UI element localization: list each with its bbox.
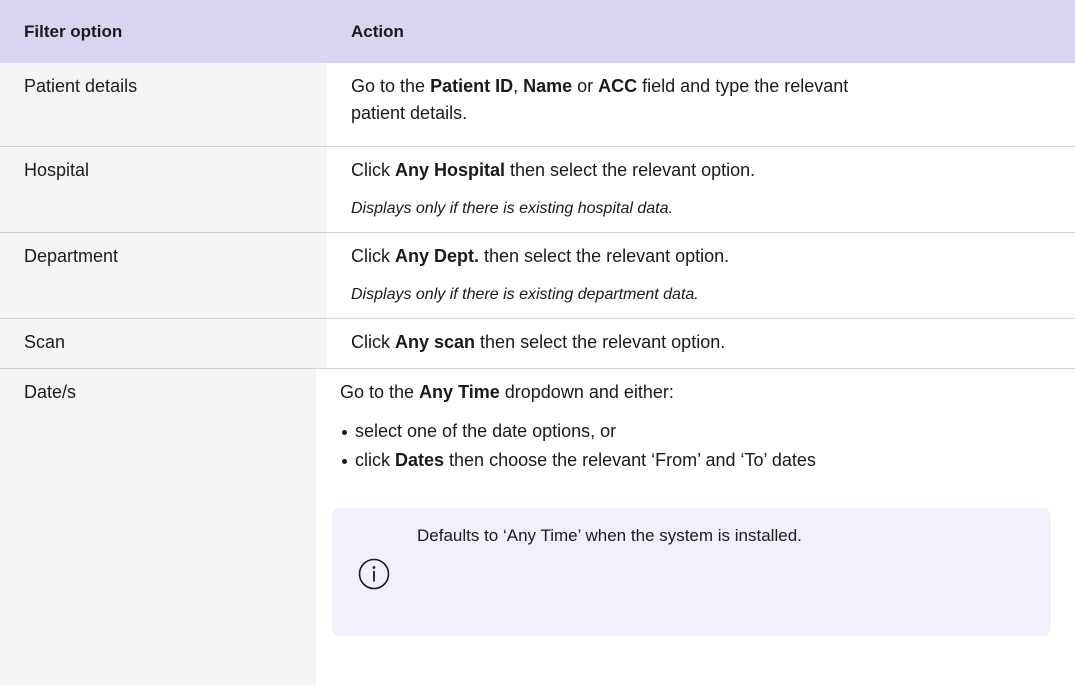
list-item-text: select one of the date options, or: [355, 421, 617, 441]
header-filter-option: Filter option: [24, 22, 123, 41]
table-row-dates: Date/s Go to the Any Time dropdown and e…: [0, 369, 1075, 685]
filter-option-cell: Patient details: [0, 63, 327, 146]
action-text-part: dropdown and either:: [499, 382, 674, 402]
action-text-part: or: [572, 76, 599, 96]
list-item: click Dates then choose the relevant ‘Fr…: [340, 446, 1051, 475]
action-text: Go to the Any Time dropdown and either:: [340, 379, 1051, 406]
action-text: Click Any scan then select the relevant …: [351, 329, 1051, 356]
list-item: select one of the date options, or: [340, 417, 1051, 446]
action-bold-any-hospital: Any Hospital: [395, 160, 506, 180]
action-cell: Click Any Dept. then select the relevant…: [327, 233, 1075, 318]
action-bold-any-scan: Any scan: [395, 332, 476, 352]
action-text-part: ,: [513, 76, 524, 96]
list-item-text: then choose the relevant ‘From’ and ‘To’…: [444, 450, 816, 470]
action-cell: Click Any scan then select the relevant …: [327, 319, 1075, 368]
filter-option-cell: Scan: [0, 319, 327, 368]
action-text-part: Go to the: [351, 76, 431, 96]
info-callout: Defaults to ‘Any Time’ when the system i…: [332, 508, 1051, 636]
filter-option-cell: Date/s: [0, 369, 316, 685]
table-row-hospital: Hospital Click Any Hospital then select …: [0, 147, 1075, 233]
action-text-part: then select the relevant option.: [475, 332, 726, 352]
action-bold-name: Name: [523, 76, 573, 96]
header-action: Action: [351, 22, 404, 41]
info-callout-text: Defaults to ‘Any Time’ when the system i…: [417, 526, 802, 545]
action-bold-dates: Dates: [395, 450, 445, 470]
table-row-department: Department Click Any Dept. then select t…: [0, 233, 1075, 319]
action-text-part: Go to the: [340, 382, 420, 402]
action-note: Displays only if there is existing depar…: [351, 286, 699, 303]
filter-option-cell: Hospital: [0, 147, 327, 232]
action-cell: Go to the Patient ID, Name or ACC field …: [327, 63, 1075, 146]
action-text: Click Any Hospital then select the relev…: [351, 157, 1051, 184]
filter-option-cell: Department: [0, 233, 327, 318]
action-text-part: field and type the relevant: [637, 76, 849, 96]
action-text-part: then select the relevant option.: [505, 160, 756, 180]
action-text: Go to the Patient ID, Name or ACC field …: [351, 73, 1051, 127]
action-bold-acc: ACC: [598, 76, 638, 96]
action-text-part: Click: [351, 160, 395, 180]
action-text-part: patient details.: [351, 103, 468, 123]
action-text-part: then select the relevant option.: [479, 246, 730, 266]
table-row-patient-details: Patient details Go to the Patient ID, Na…: [0, 63, 1075, 147]
action-bold-any-time: Any Time: [419, 382, 500, 402]
action-text-part: Click: [351, 332, 395, 352]
action-text-part: Click: [351, 246, 395, 266]
info-icon: [358, 558, 390, 590]
action-bold-any-dept: Any Dept.: [395, 246, 480, 266]
action-text: Click Any Dept. then select the relevant…: [351, 243, 1051, 270]
filter-options-table: Filter option Action Patient details Go …: [0, 0, 1075, 685]
list-item-text: click: [355, 450, 395, 470]
table-row-scan: Scan Click Any scan then select the rele…: [0, 319, 1075, 369]
table-header: Filter option Action: [0, 0, 1075, 63]
action-bold-patient-id: Patient ID: [430, 76, 514, 96]
action-note: Displays only if there is existing hospi…: [351, 200, 673, 217]
date-options-list: select one of the date options, or click…: [340, 417, 1051, 475]
action-cell: Go to the Any Time dropdown and either: …: [316, 369, 1075, 685]
action-cell: Click Any Hospital then select the relev…: [327, 147, 1075, 232]
